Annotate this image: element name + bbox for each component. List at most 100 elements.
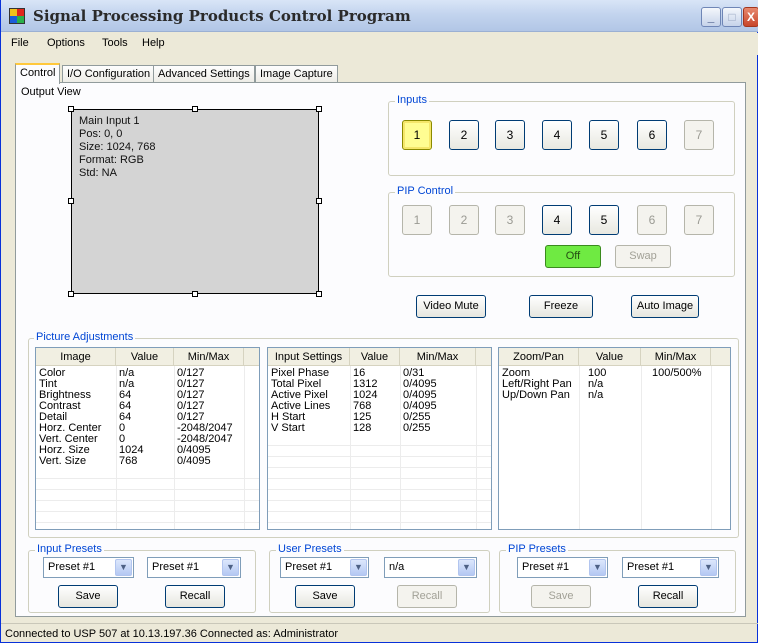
resize-handle-bottom-left[interactable] (68, 291, 74, 297)
value-column-header[interactable]: Value (579, 348, 641, 366)
tab-control[interactable]: Control (15, 63, 61, 84)
resize-handle-bottom-right[interactable] (316, 291, 322, 297)
user-preset-select-1[interactable]: Preset #1 ▼ (280, 557, 369, 578)
table-cell: 768 (119, 455, 138, 467)
pip-presets-recall-button[interactable]: Recall (638, 585, 698, 608)
chevron-down-icon[interactable]: ▼ (350, 559, 367, 576)
value-column-header[interactable]: Value (350, 348, 400, 366)
pip-3-button[interactable]: 3 (495, 205, 525, 235)
pip-control-group-label: PIP Control (395, 185, 456, 197)
resize-handle-bottom[interactable] (192, 291, 198, 297)
table-gridline (268, 456, 491, 457)
chevron-down-icon[interactable]: ▼ (222, 559, 239, 576)
table-cell: V Start (271, 422, 305, 434)
resize-handle-top-left[interactable] (68, 106, 74, 112)
input-5-button[interactable]: 5 (589, 120, 619, 150)
minmax-column-header[interactable]: Min/Max (174, 348, 244, 366)
minmax-column-header[interactable]: Min/Max (641, 348, 711, 366)
pip-swap-button[interactable]: Swap (615, 245, 671, 268)
resize-handle-left[interactable] (68, 198, 74, 204)
value-column-header[interactable]: Value (116, 348, 174, 366)
minmax-column-header[interactable]: Min/Max (400, 348, 476, 366)
input-preset-select-2[interactable]: Preset #1 ▼ (147, 557, 241, 578)
resize-handle-top[interactable] (192, 106, 198, 112)
input-presets-label: Input Presets (35, 543, 104, 555)
table-gridline (268, 522, 491, 523)
minimize-button[interactable]: _ (701, 7, 721, 27)
table-cell: Up/Down Pan (502, 389, 570, 401)
zoom-table-divider (711, 366, 712, 529)
pip-preset-select-2[interactable]: Preset #1 ▼ (622, 557, 719, 578)
pip-7-button[interactable]: 7 (684, 205, 714, 235)
menu-options[interactable]: Options (47, 37, 85, 49)
auto-image-button[interactable]: Auto Image (631, 295, 699, 318)
pip-4-button[interactable]: 4 (542, 205, 572, 235)
picture-adjustments-label: Picture Adjustments (34, 331, 136, 343)
table-gridline (268, 511, 491, 512)
tab-advanced-settings[interactable]: Advanced Settings (153, 65, 255, 83)
user-presets-recall-button[interactable]: Recall (397, 585, 457, 608)
combo-value: Preset #1 (285, 561, 333, 573)
app-window: Signal Processing Products Control Progr… (0, 0, 758, 643)
input-table-divider (476, 366, 477, 529)
menu-help[interactable]: Help (142, 37, 165, 49)
menu-file[interactable]: File (11, 37, 29, 49)
table-gridline (268, 478, 491, 479)
table-cell: 100/500% (652, 367, 702, 379)
input-settings-column-header[interactable]: Input Settings (268, 348, 350, 366)
table-gridline (268, 467, 491, 468)
input-presets-save-button[interactable]: Save (58, 585, 118, 608)
user-presets-label: User Presets (276, 543, 344, 555)
zoom-pan-table[interactable]: Zoom/Pan Value Min/Max Zoom 100 100/500% L… (498, 347, 731, 530)
pip-6-button[interactable]: 6 (637, 205, 667, 235)
zoom-pan-column-header[interactable]: Zoom/Pan (499, 348, 579, 366)
zoom-table-divider (641, 366, 642, 529)
close-button[interactable]: X (743, 7, 758, 27)
resize-handle-top-right[interactable] (316, 106, 322, 112)
menu-tools[interactable]: Tools (102, 37, 128, 49)
resize-handle-right[interactable] (316, 198, 322, 204)
pip-presets-label: PIP Presets (506, 543, 568, 555)
video-mute-button[interactable]: Video Mute (416, 295, 486, 318)
input-presets-recall-button[interactable]: Recall (165, 585, 225, 608)
table-cell: 128 (353, 422, 372, 434)
chevron-down-icon[interactable]: ▼ (458, 559, 475, 576)
input-settings-table[interactable]: Input Settings Value Min/Max Pixel Phase… (267, 347, 492, 530)
image-settings-table[interactable]: Image Value Min/Max Color n/a 0/127 Tint n/… (35, 347, 260, 530)
freeze-button[interactable]: Freeze (529, 295, 593, 318)
combo-value: n/a (389, 561, 405, 573)
image-table-header: Image Value Min/Max (36, 348, 259, 366)
user-presets-save-button[interactable]: Save (295, 585, 355, 608)
tab-image-capture[interactable]: Image Capture (255, 65, 338, 83)
pip-off-button[interactable]: Off (545, 245, 601, 268)
input-6-button[interactable]: 6 (637, 120, 667, 150)
tab-io-configuration[interactable]: I/O Configuration (62, 65, 156, 83)
table-gridline (36, 522, 259, 523)
title-bar[interactable]: Signal Processing Products Control Progr… (1, 0, 758, 32)
chevron-down-icon[interactable]: ▼ (589, 559, 606, 576)
input-4-button[interactable]: 4 (542, 120, 572, 150)
menu-bar: File Options Tools Help (1, 33, 758, 55)
pip-preset-select-1[interactable]: Preset #1 ▼ (517, 557, 608, 578)
table-gridline (268, 489, 491, 490)
pip-5-button[interactable]: 5 (589, 205, 619, 235)
pip-1-button[interactable]: 1 (402, 205, 432, 235)
table-gridline (36, 511, 259, 512)
input-3-button[interactable]: 3 (495, 120, 525, 150)
output-view-info: Main Input 1 Pos: 0, 0 Size: 1024, 768 F… (79, 115, 155, 180)
pip-presets-save-button[interactable]: Save (531, 585, 591, 608)
input-preset-select-1[interactable]: Preset #1 ▼ (43, 557, 134, 578)
combo-value: Preset #1 (627, 561, 675, 573)
maximize-button[interactable]: □ (722, 7, 742, 27)
pip-2-button[interactable]: 2 (449, 205, 479, 235)
table-gridline (268, 445, 491, 446)
user-preset-select-2[interactable]: n/a ▼ (384, 557, 477, 578)
input-1-button[interactable]: 1 (402, 120, 432, 150)
output-view-standard: Std: NA (79, 167, 117, 179)
chevron-down-icon[interactable]: ▼ (115, 559, 132, 576)
image-column-header[interactable]: Image (36, 348, 116, 366)
input-2-button[interactable]: 2 (449, 120, 479, 150)
chevron-down-icon[interactable]: ▼ (700, 559, 717, 576)
output-view-format: Format: RGB (79, 154, 144, 166)
input-7-button[interactable]: 7 (684, 120, 714, 150)
